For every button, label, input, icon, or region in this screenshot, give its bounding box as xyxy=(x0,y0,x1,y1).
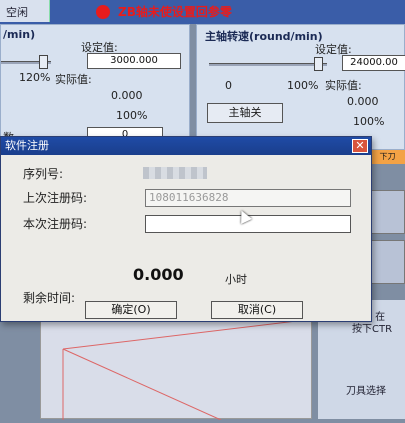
cancel-button[interactable]: 取消(C) xyxy=(211,301,303,319)
remaining-time-unit: 小时 xyxy=(225,273,247,286)
feed-actual-percent: 100% xyxy=(116,109,148,122)
close-icon[interactable]: ✕ xyxy=(352,139,368,153)
ok-button[interactable]: 确定(O) xyxy=(85,301,177,319)
hint-line-2: 按下CTR xyxy=(352,324,393,335)
feed-slider-thumb[interactable] xyxy=(39,55,48,69)
spindle-speed-panel: 主轴转速(round/min) 设定值: 24000.00 0 100% 实际值… xyxy=(196,24,405,150)
alarm-message: ZB轴未使设置回参零 xyxy=(96,2,232,22)
feed-actual-value: 0.000 xyxy=(111,89,143,102)
tab-plunge[interactable]: 下刀 xyxy=(370,150,405,164)
toolpath-view[interactable] xyxy=(40,310,314,421)
status-tab[interactable]: 空闲 xyxy=(0,0,50,22)
dialog-titlebar[interactable]: 软件注册 ✕ xyxy=(1,137,371,155)
feed-override-percent: 120% xyxy=(19,71,51,84)
spindle-off-button[interactable]: 主轴关 xyxy=(207,103,283,123)
spindle-override-percent: 100% xyxy=(287,79,319,92)
remaining-time-value: 0.000 xyxy=(133,265,184,284)
toolpath-preview xyxy=(62,318,314,421)
warning-icon xyxy=(96,5,110,19)
spindle-panel-title: 主轴转速(round/min) xyxy=(205,30,323,43)
alarm-text: ZB轴未使设置回参零 xyxy=(118,5,232,19)
feed-setting-field[interactable]: 3000.000 xyxy=(87,53,181,69)
tool-select-label: 刀具选择 xyxy=(346,386,386,397)
feed-panel-title: /min) xyxy=(3,28,36,41)
spindle-setting-field[interactable]: 24000.00 xyxy=(342,55,405,71)
serial-value-masked xyxy=(143,167,207,179)
feed-actual-label: 实际值: xyxy=(55,73,92,86)
last-code-label: 上次注册码: xyxy=(23,191,88,205)
dialog-title: 软件注册 xyxy=(5,139,49,152)
dialog-body: 序列号: 上次注册码: 108011636828 本次注册码: 剩余时间: xyxy=(11,157,361,305)
spindle-actual-value: 0.000 xyxy=(347,95,379,108)
spindle-override-slider[interactable] xyxy=(209,63,327,66)
this-code-label: 本次注册码: xyxy=(23,217,88,231)
remaining-time-label: 剩余时间: xyxy=(23,291,76,305)
feed-rate-panel: /min) 设定值: 3000.000 120% 实际值: 0.000 100%… xyxy=(0,24,190,150)
last-code-field: 108011636828 xyxy=(145,189,351,207)
spindle-slider-thumb[interactable] xyxy=(314,57,323,71)
spindle-slider-min: 0 xyxy=(225,79,232,92)
spindle-actual-percent: 100% xyxy=(353,115,385,128)
registration-dialog: 软件注册 ✕ 序列号: 上次注册码: 108011636828 本次注册码: 剩… xyxy=(0,136,372,322)
spindle-actual-label: 实际值: xyxy=(325,79,362,92)
serial-label: 序列号: xyxy=(23,167,64,181)
top-bar: 空闲 ZB轴未使设置回参零 xyxy=(0,0,405,24)
